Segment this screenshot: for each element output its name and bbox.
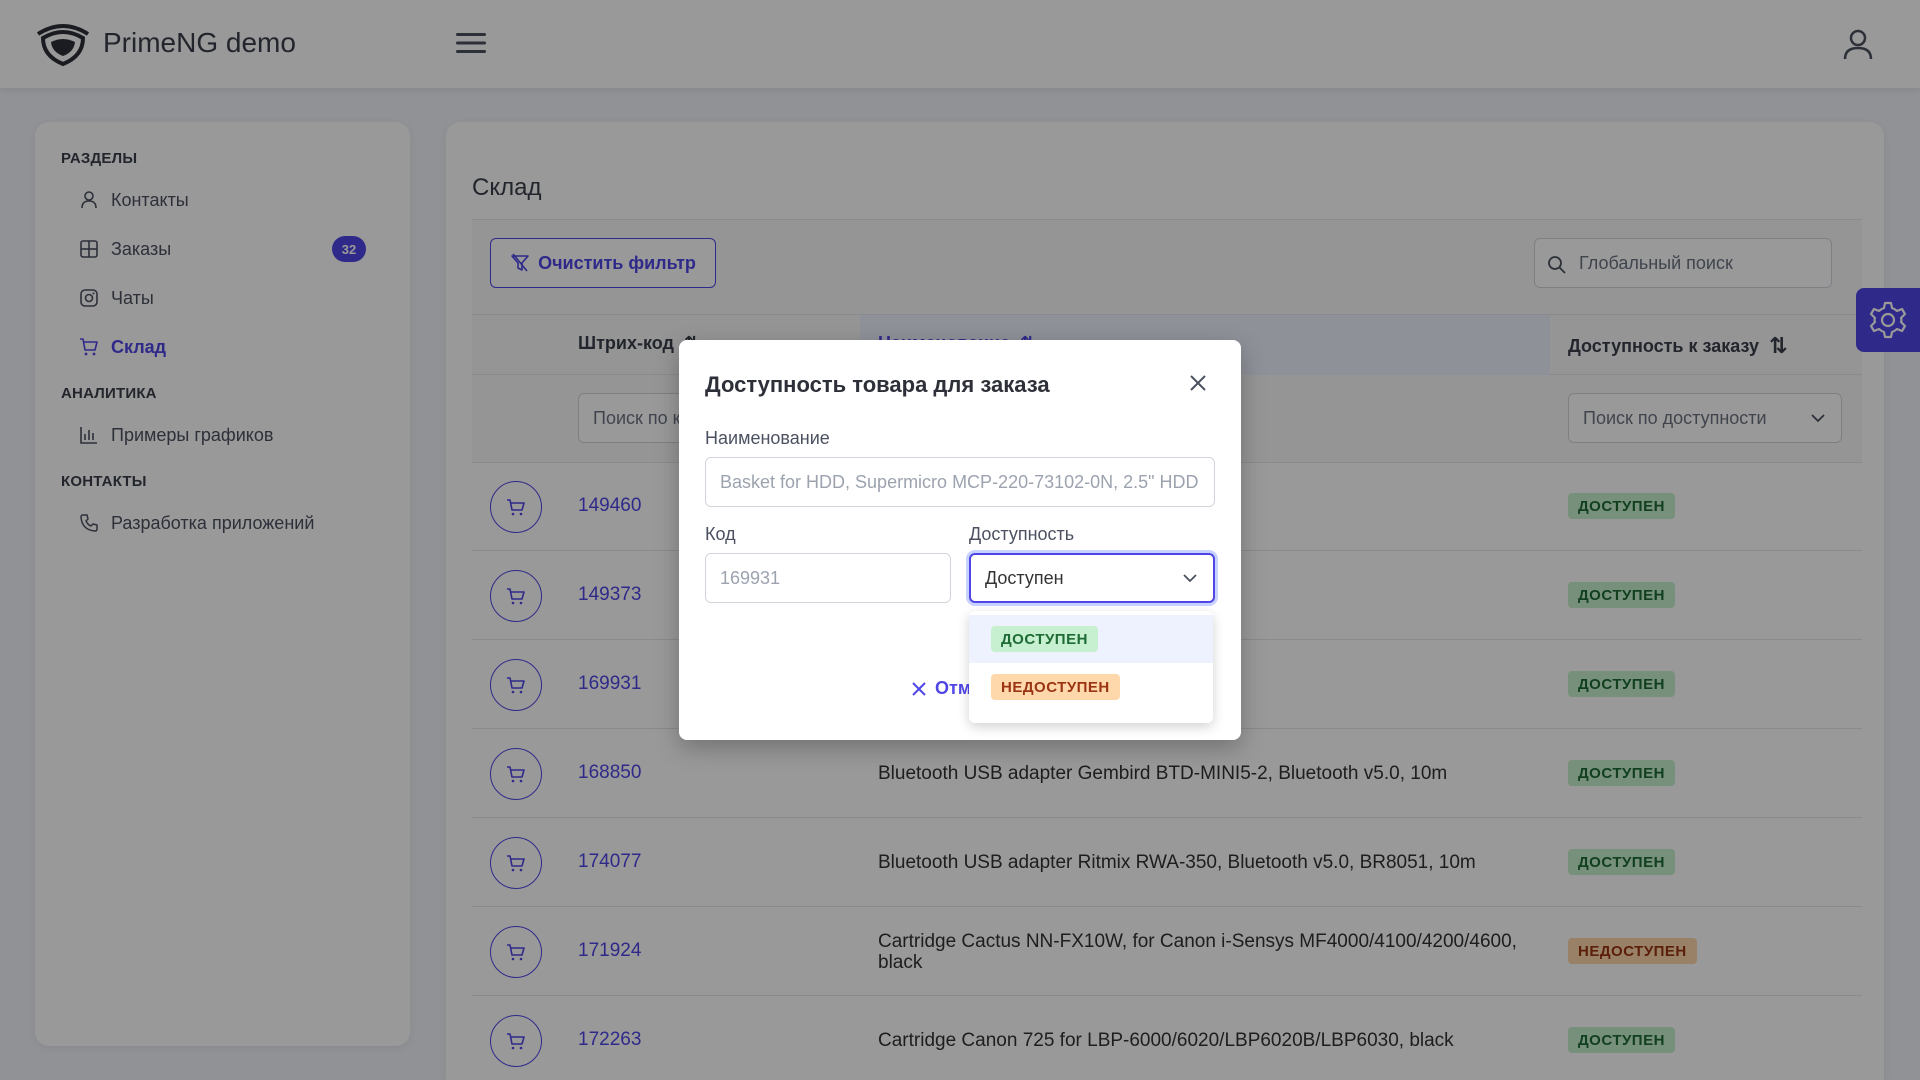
availability-selected-value: Доступен [985, 567, 1064, 588]
chevron-down-icon [1183, 574, 1197, 583]
close-icon [1190, 375, 1206, 391]
dropdown-option-unavailable[interactable]: НЕДОСТУПЕН [969, 663, 1213, 711]
code-field-label: Код [705, 524, 736, 544]
name-field[interactable]: Basket for HDD, Supermicro MCP-220-73102… [705, 457, 1215, 507]
availability-field-label: Доступность [969, 524, 1075, 544]
dialog-close-button[interactable] [1183, 368, 1213, 398]
availability-select[interactable]: Доступен [969, 553, 1215, 603]
name-field-label: Наименование [705, 428, 830, 448]
cancel-label: Отм [935, 678, 972, 698]
dropdown-option-available[interactable]: ДОСТУПЕН [969, 615, 1213, 663]
cancel-button[interactable]: Отм [911, 678, 971, 699]
dialog-title: Доступность товара для заказа [705, 372, 1050, 397]
code-field[interactable]: 169931 [705, 553, 951, 603]
availability-dropdown-panel: ДОСТУПЕН НЕДОСТУПЕН [969, 611, 1213, 723]
status-badge: НЕДОСТУПЕН [991, 674, 1120, 700]
close-icon [912, 681, 926, 696]
status-badge: ДОСТУПЕН [991, 626, 1098, 652]
